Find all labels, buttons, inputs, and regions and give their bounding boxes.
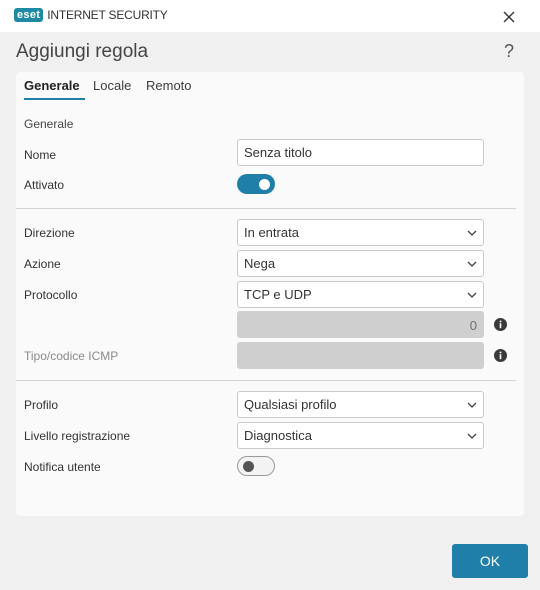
protocol-label: Protocollo: [24, 288, 78, 302]
ok-button[interactable]: OK: [452, 544, 528, 578]
title-bar: eset INTERNET SECURITY: [0, 0, 540, 32]
action-label: Azione: [24, 257, 61, 271]
tab-generale[interactable]: Generale: [24, 78, 80, 93]
divider: [16, 208, 516, 209]
app-brand: eset INTERNET SECURITY: [14, 8, 168, 22]
action-value: Nega: [244, 256, 276, 271]
chevron-down-icon: [467, 230, 477, 236]
dialog-title: Aggiungi regola: [16, 41, 149, 62]
profile-value: Qualsiasi profilo: [244, 397, 337, 412]
name-input[interactable]: [237, 139, 484, 166]
toggle-knob: [259, 178, 270, 190]
enabled-toggle[interactable]: [237, 174, 275, 194]
toggle-knob: [243, 460, 254, 472]
name-label: Nome: [24, 148, 57, 162]
protocol-select[interactable]: TCP e UDP: [237, 281, 484, 308]
close-button[interactable]: [498, 6, 520, 28]
notify-toggle[interactable]: [237, 456, 275, 476]
icmp-label: Tipo/codice ICMP: [24, 349, 119, 363]
protocol-value: TCP e UDP: [244, 287, 312, 302]
action-select[interactable]: Nega: [237, 250, 484, 277]
log-level-label: Livello registrazione: [24, 429, 131, 443]
direction-label: Direzione: [24, 226, 75, 240]
info-icon[interactable]: [494, 318, 507, 331]
help-button[interactable]: ?: [504, 41, 514, 62]
eset-logo: eset: [14, 8, 44, 22]
info-icon[interactable]: [494, 349, 507, 362]
icmp-field: [237, 342, 484, 369]
protocol-number-field: 0: [237, 311, 484, 338]
chevron-down-icon: [467, 402, 477, 408]
tab-locale[interactable]: Locale: [93, 78, 131, 93]
enabled-label: Attivato: [24, 178, 65, 192]
close-icon: [503, 11, 515, 23]
profile-label: Profilo: [24, 398, 59, 412]
section-heading: Generale: [24, 117, 74, 131]
profile-select[interactable]: Qualsiasi profilo: [237, 391, 484, 418]
chevron-down-icon: [467, 261, 477, 267]
direction-select[interactable]: In entrata: [237, 219, 484, 246]
log-level-select[interactable]: Diagnostica: [237, 422, 484, 449]
notify-label: Notifica utente: [24, 460, 101, 474]
direction-value: In entrata: [244, 225, 299, 240]
log-level-value: Diagnostica: [244, 428, 312, 443]
divider: [16, 380, 516, 381]
chevron-down-icon: [467, 433, 477, 439]
product-name: INTERNET SECURITY: [47, 8, 168, 22]
active-tab-indicator: [24, 98, 85, 100]
tab-remoto[interactable]: Remoto: [146, 78, 192, 93]
chevron-down-icon: [467, 292, 477, 298]
rule-panel: Generale Locale Remoto Generale Nome Att…: [16, 72, 524, 516]
